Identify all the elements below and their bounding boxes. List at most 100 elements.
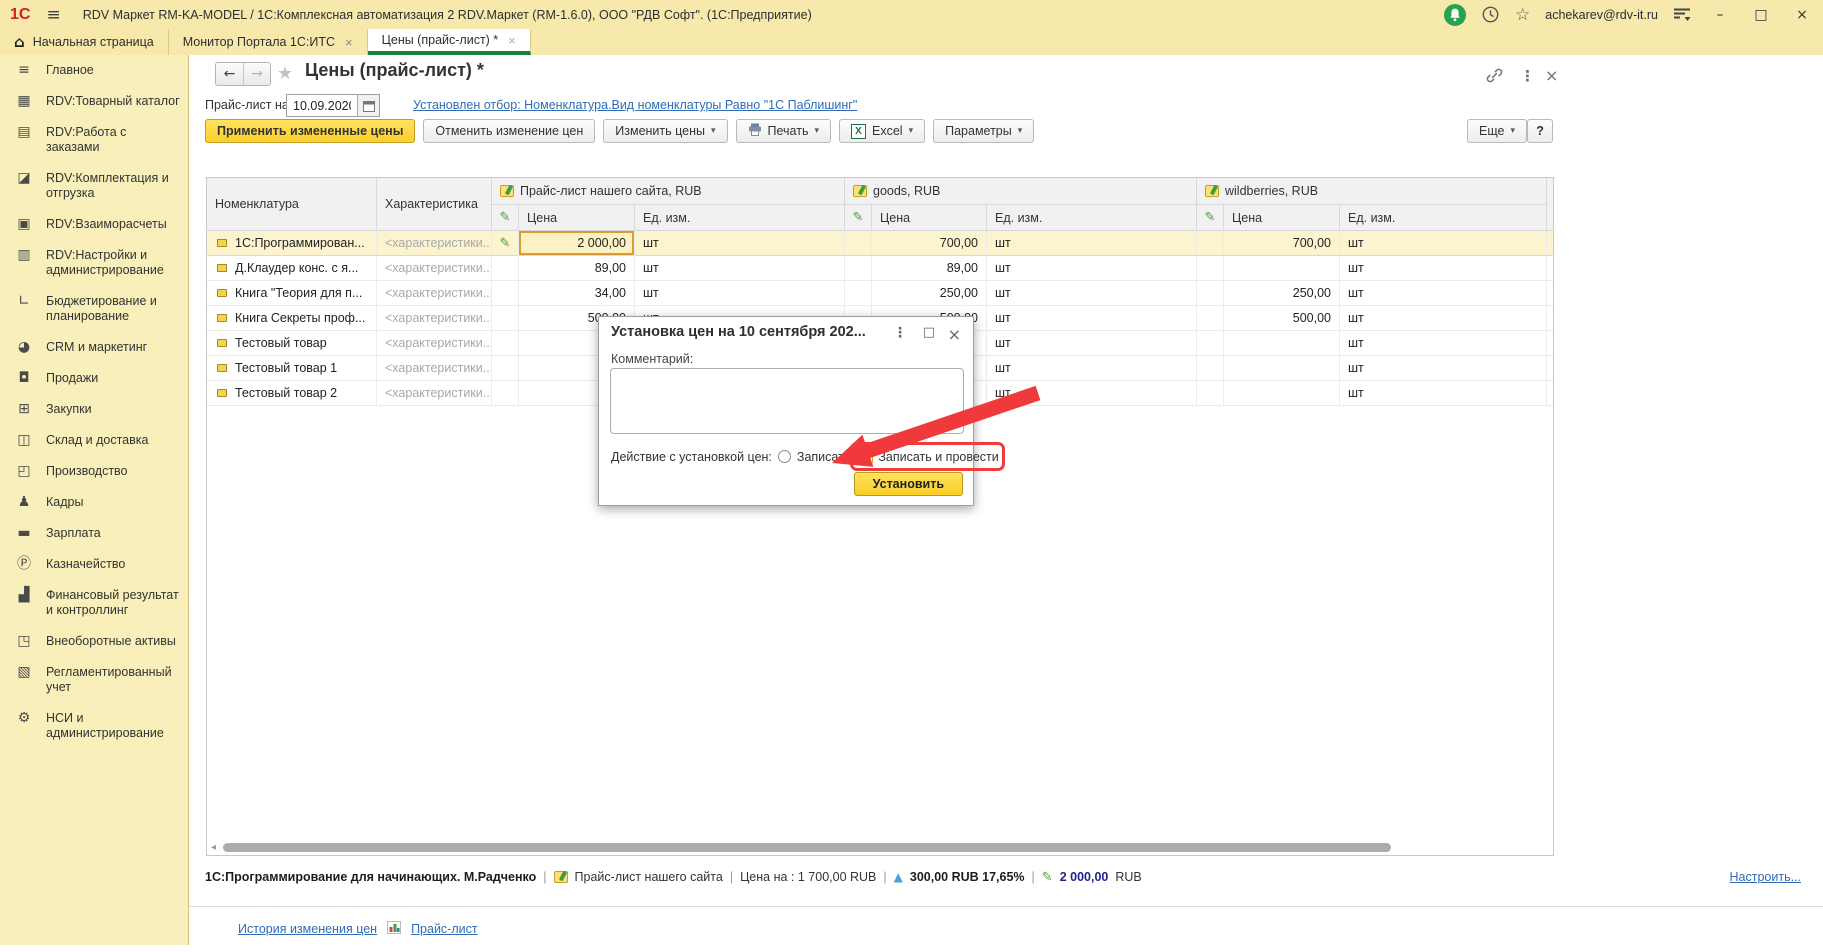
sidebar-item-budgeting[interactable]: ∟Бюджетирование и планирование [0, 286, 188, 332]
add-to-favorites-star-icon[interactable]: ★ [277, 63, 293, 84]
cell-site-edit-flag[interactable]: ✎ [492, 231, 519, 256]
column-header-wb-edit-flag[interactable]: ✎ [1197, 205, 1224, 231]
pricelist-report-link[interactable]: Прайс-лист [411, 922, 478, 936]
table-row[interactable]: Д.Клаудер конс. с я...<характеристики...… [207, 256, 1553, 281]
row-expander-icon[interactable] [217, 314, 227, 322]
sidebar-item-sales[interactable]: ◘Продажи [0, 363, 188, 394]
row-expander-icon[interactable] [217, 389, 227, 397]
cell-goods-price[interactable]: 89,00 [872, 256, 987, 281]
cell-wb-price[interactable] [1224, 256, 1340, 281]
radio-write-and-post[interactable] [858, 450, 871, 463]
cell-nomenclature[interactable]: Тестовый товар [207, 331, 377, 356]
row-expander-icon[interactable] [217, 239, 227, 247]
cell-characteristic[interactable]: <характеристики... [377, 381, 492, 406]
dialog-close-icon[interactable]: × [948, 325, 961, 344]
dialog-kebab-menu-icon[interactable]: ⋮ [893, 325, 907, 341]
cell-goods-unit[interactable]: шт [987, 256, 1197, 281]
sidebar-item-orders[interactable]: ▤RDV:Работа с заказами [0, 117, 188, 163]
cell-goods-unit[interactable]: шт [987, 356, 1197, 381]
excel-dropdown[interactable]: X Excel ▾ [839, 119, 925, 143]
radio-write-label[interactable]: Записать [797, 450, 850, 464]
help-button[interactable]: ? [1527, 119, 1553, 143]
group-header-site[interactable]: Прайс-лист нашего сайта, RUB [492, 178, 845, 205]
horizontal-scrollbar[interactable]: ◂ [209, 842, 1551, 853]
cell-wb-price[interactable] [1224, 356, 1340, 381]
cell-wb-edit-flag[interactable] [1197, 356, 1224, 381]
service-menu-icon[interactable] [1673, 7, 1692, 22]
column-header-site-edit-flag[interactable]: ✎ [492, 205, 519, 231]
sidebar-item-rdv-settings[interactable]: ▥RDV:Настройки и администрирование [0, 240, 188, 286]
date-input[interactable] [287, 95, 357, 116]
cell-nomenclature[interactable]: Д.Клаудер конс. с я... [207, 256, 377, 281]
row-expander-icon[interactable] [217, 364, 227, 372]
column-header-site-unit[interactable]: Ед. изм. [635, 205, 845, 231]
group-header-goods[interactable]: goods, RUB [845, 178, 1197, 205]
cell-wb-edit-flag[interactable] [1197, 331, 1224, 356]
column-header-characteristic[interactable]: Характеристика [377, 178, 492, 231]
tab-close-icon[interactable]: × [345, 35, 353, 50]
cell-wb-unit[interactable]: шт [1340, 306, 1547, 331]
cell-characteristic[interactable]: <характеристики... [377, 281, 492, 306]
sidebar-item-settlements[interactable]: ▣RDV:Взаиморасчеты [0, 209, 188, 240]
cell-nomenclature[interactable]: 1С:Программирован... [207, 231, 377, 256]
column-header-goods-price[interactable]: Цена [872, 205, 987, 231]
scrollbar-thumb[interactable] [223, 843, 1391, 852]
main-menu-icon[interactable]: ≡ [46, 5, 60, 25]
sidebar-item-purchases[interactable]: ⊞Закупки [0, 394, 188, 425]
form-kebab-menu-icon[interactable]: ⋮ [1520, 67, 1535, 85]
sidebar-item-nsi[interactable]: ⚙НСИ и администрирование [0, 703, 188, 749]
cell-goods-edit-flag[interactable] [845, 281, 872, 306]
price-history-link[interactable]: История изменения цен [238, 922, 377, 936]
cell-wb-price[interactable] [1224, 381, 1340, 406]
cell-wb-edit-flag[interactable] [1197, 231, 1224, 256]
cell-wb-edit-flag[interactable] [1197, 306, 1224, 331]
row-expander-icon[interactable] [217, 339, 227, 347]
cell-characteristic[interactable]: <характеристики... [377, 256, 492, 281]
cell-nomenclature[interactable]: Тестовый товар 2 [207, 381, 377, 406]
sidebar-item-finance[interactable]: ▟Финансовый результат и контроллинг [0, 580, 188, 626]
cell-site-edit-flag[interactable] [492, 256, 519, 281]
cell-site-edit-flag[interactable] [492, 306, 519, 331]
tab-prices-active[interactable]: Цены (прайс-лист) * × [368, 29, 531, 55]
cell-goods-unit[interactable]: шт [987, 306, 1197, 331]
radio-write-and-post-label[interactable]: Записать и провести [878, 450, 998, 464]
cell-site-price[interactable]: 34,00 [519, 281, 635, 306]
sidebar-item-treasury[interactable]: ⓅКазначейство [0, 549, 188, 580]
scroll-left-arrow-icon[interactable]: ◂ [211, 842, 216, 853]
maximize-button[interactable]: □ [1748, 7, 1774, 23]
cell-wb-edit-flag[interactable] [1197, 281, 1224, 306]
cell-site-price[interactable]: 89,00 [519, 256, 635, 281]
cell-wb-price[interactable] [1224, 331, 1340, 356]
column-header-site-price[interactable]: Цена [519, 205, 635, 231]
cancel-price-change-button[interactable]: Отменить изменение цен [423, 119, 595, 143]
column-header-wb-price[interactable]: Цена [1224, 205, 1340, 231]
cell-nomenclature[interactable]: Книга Секреты проф... [207, 306, 377, 331]
cell-goods-unit[interactable]: шт [987, 281, 1197, 306]
cell-nomenclature[interactable]: Тестовый товар 1 [207, 356, 377, 381]
close-window-button[interactable]: × [1789, 7, 1815, 23]
cell-wb-price[interactable]: 500,00 [1224, 306, 1340, 331]
column-header-goods-edit-flag[interactable]: ✎ [845, 205, 872, 231]
cell-characteristic[interactable]: <характеристики... [377, 356, 492, 381]
cell-wb-edit-flag[interactable] [1197, 256, 1224, 281]
sidebar-item-regulated[interactable]: ▧Регламентированный учет [0, 657, 188, 703]
notifications-bell-icon[interactable] [1444, 4, 1466, 26]
apply-changed-prices-button[interactable]: Применить измененные цены [205, 119, 415, 143]
minimize-button[interactable]: – [1707, 7, 1733, 23]
cell-wb-unit[interactable]: шт [1340, 331, 1547, 356]
set-prices-submit-button[interactable]: Установить [854, 472, 963, 496]
more-button[interactable]: Еще ▾ [1467, 119, 1527, 143]
cell-site-unit[interactable]: шт [635, 281, 845, 306]
table-row[interactable]: 1С:Программирован...<характеристики...✎2… [207, 231, 1553, 256]
sidebar-item-warehouse[interactable]: ◫Склад и доставка [0, 425, 188, 456]
cell-site-edit-flag[interactable] [492, 331, 519, 356]
cell-site-unit[interactable]: шт [635, 256, 845, 281]
cell-wb-unit[interactable]: шт [1340, 356, 1547, 381]
column-header-goods-unit[interactable]: Ед. изм. [987, 205, 1197, 231]
sidebar-item-catalog[interactable]: ▦RDV:Товарный каталог [0, 86, 188, 117]
sidebar-item-main[interactable]: ≡Главное [0, 55, 188, 86]
cell-wb-unit[interactable]: шт [1340, 381, 1547, 406]
configure-link[interactable]: Настроить... [1730, 870, 1802, 884]
cell-goods-edit-flag[interactable] [845, 231, 872, 256]
column-header-wb-unit[interactable]: Ед. изм. [1340, 205, 1547, 231]
